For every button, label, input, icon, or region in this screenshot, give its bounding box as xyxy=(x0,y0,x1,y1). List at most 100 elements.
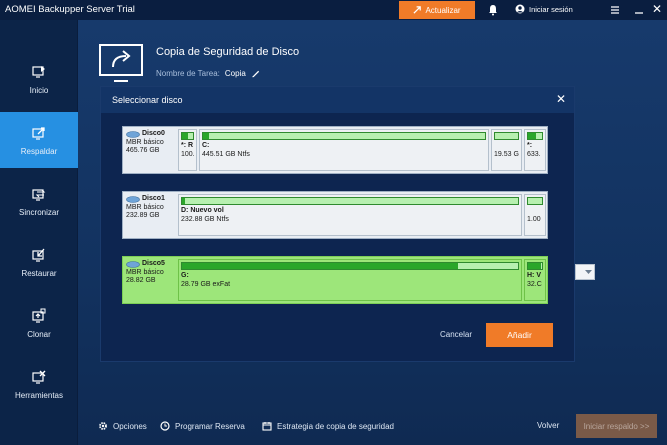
partition[interactable]: *: R 100. xyxy=(178,129,197,171)
menu-icon[interactable] xyxy=(610,5,620,15)
disk-row-selected[interactable]: Disco5 MBR básico 28.82 GB G: 28.79 GB ex… xyxy=(122,256,548,304)
disk-size: 232.89 GB xyxy=(126,212,160,219)
start-backup-button[interactable]: Iniciar respaldo >> xyxy=(576,414,657,438)
strategy-label: Estrategia de copia de seguridad xyxy=(277,421,394,431)
partition-detail: 28.79 GB exFat xyxy=(181,280,231,288)
sidebar-item-label: Respaldar xyxy=(20,146,58,156)
partition[interactable]: *: 633. xyxy=(524,129,546,171)
usage-bar xyxy=(528,263,541,269)
disk-row[interactable]: Disco1 MBR básico 232.89 GB D: Nuevo vol… xyxy=(122,191,548,239)
partition[interactable]: 1.00 xyxy=(524,194,546,236)
hard-disk-icon xyxy=(126,130,140,138)
partition-letter: H: V xyxy=(527,272,541,279)
disk-row[interactable]: Disco0 MBR básico 465.76 GB *: R 100. C: 4… xyxy=(122,126,548,174)
task-name-label: Nombre de Tarea: xyxy=(156,69,220,78)
update-button[interactable]: Actualizar xyxy=(399,1,475,19)
home-icon xyxy=(32,65,45,78)
usage-bar xyxy=(182,133,189,139)
schedule-button[interactable]: Programar Reserva xyxy=(160,421,245,431)
sync-icon xyxy=(32,188,46,201)
close-icon[interactable]: ✕ xyxy=(556,93,566,105)
disk-info: Disco0 MBR básico 465.76 GB xyxy=(126,130,176,156)
sidebar-item-clonar[interactable]: Clonar xyxy=(0,295,78,351)
options-label: Opciones xyxy=(113,421,147,431)
partition-letter: C: xyxy=(202,142,210,149)
partition-detail: 100. xyxy=(181,150,195,158)
sidebar-item-label: Herramientas xyxy=(14,390,63,400)
sidebar: Inicio Respaldar Sincronizar Restaurar C… xyxy=(0,20,78,445)
disk-name: Disco0 xyxy=(142,130,165,137)
close-window-icon[interactable]: ✕ xyxy=(652,3,662,15)
page-title: Copia de Seguridad de Disco xyxy=(156,46,300,58)
sidebar-item-respaldar[interactable]: Respaldar xyxy=(0,112,78,168)
disk-name: Disco1 xyxy=(142,195,165,202)
sidebar-item-inicio[interactable]: Inicio xyxy=(0,51,78,107)
schedule-label: Programar Reserva xyxy=(175,421,245,431)
cancel-button[interactable]: Cancelar xyxy=(440,330,472,339)
disk-size: 28.82 GB xyxy=(126,277,156,284)
partition-detail: 232.88 GB Ntfs xyxy=(181,215,229,223)
usage-bar xyxy=(182,263,458,269)
task-name-row: Nombre de Tarea: Copia xyxy=(156,69,260,78)
user-icon xyxy=(515,4,525,14)
sidebar-item-label: Inicio xyxy=(29,85,49,95)
partition[interactable]: C: 445.51 GB Ntfs xyxy=(199,129,489,171)
sidebar-item-label: Sincronizar xyxy=(18,207,59,217)
title-bar: AOMEI Backupper Server Trial Actualizar … xyxy=(0,0,667,20)
hard-disk-icon xyxy=(126,195,140,203)
partition-letter: G: xyxy=(181,272,189,279)
partition[interactable]: 19.53 G xyxy=(491,129,522,171)
disk-size: 465.76 GB xyxy=(126,147,160,154)
disk-info: Disco1 MBR básico 232.89 GB xyxy=(126,195,176,221)
partition-detail: 19.53 G xyxy=(494,150,519,158)
partition[interactable]: G: 28.79 GB exFat xyxy=(178,259,522,301)
update-label: Actualizar xyxy=(425,5,461,15)
back-button[interactable]: Volver xyxy=(537,421,559,430)
strategy-button[interactable]: Estrategia de copia de seguridad xyxy=(262,421,394,431)
partition-detail: 445.51 GB Ntfs xyxy=(202,150,250,158)
sidebar-item-label: Restaurar xyxy=(21,268,57,278)
dialog-header: Seleccionar disco ✕ xyxy=(101,87,574,113)
disk-type: MBR básico xyxy=(126,203,164,211)
partition-letter: D: Nuevo vol xyxy=(181,207,224,214)
app-title: AOMEI Backupper Server Trial xyxy=(5,4,135,15)
partition[interactable]: H: V 32.C xyxy=(524,259,546,301)
disk-type: MBR básico xyxy=(126,268,164,276)
dialog-title: Seleccionar disco xyxy=(112,95,183,105)
sidebar-item-sincronizar[interactable]: Sincronizar xyxy=(0,173,78,229)
sidebar-item-herramientas[interactable]: Herramientas xyxy=(0,356,78,412)
add-button[interactable]: Añadir xyxy=(486,323,553,347)
calendar-icon xyxy=(262,422,272,431)
disk-type: MBR básico xyxy=(126,138,164,146)
usage-bar xyxy=(203,133,209,139)
disk-backup-icon xyxy=(99,44,143,82)
hard-disk-icon xyxy=(126,260,140,268)
clone-icon xyxy=(32,308,46,323)
usage-bar xyxy=(182,198,186,204)
usage-bar xyxy=(528,133,537,139)
partition-letter: *: R xyxy=(181,142,194,149)
clock-icon xyxy=(160,421,170,431)
edit-pencil-icon[interactable] xyxy=(251,69,260,78)
partition-detail: 1.00 xyxy=(527,215,541,223)
backup-icon xyxy=(32,126,45,140)
disk-name: Disco5 xyxy=(142,260,165,267)
partition-detail: 32.C xyxy=(527,280,542,288)
sidebar-item-restaurar[interactable]: Restaurar xyxy=(0,234,78,290)
select-disk-dialog: Seleccionar disco ✕ Disco0 MBR básico 46… xyxy=(101,87,574,361)
chevron-down-icon xyxy=(585,270,592,274)
login-label: Iniciar sesión xyxy=(529,4,573,14)
tools-icon xyxy=(32,370,46,384)
gear-icon xyxy=(99,422,107,430)
login-link[interactable]: Iniciar sesión xyxy=(515,4,573,14)
disk-info: Disco5 MBR básico 28.82 GB xyxy=(126,260,176,286)
options-button[interactable]: Opciones xyxy=(98,421,147,431)
sidebar-item-label: Clonar xyxy=(27,329,51,339)
bell-icon[interactable] xyxy=(488,4,498,16)
partition-detail: 633. xyxy=(527,150,541,158)
task-name-value: Copia xyxy=(224,69,246,78)
minimize-icon[interactable] xyxy=(634,5,644,15)
restore-icon xyxy=(32,248,45,262)
partition[interactable]: D: Nuevo vol 232.88 GB Ntfs xyxy=(178,194,522,236)
upgrade-arrow-icon xyxy=(413,5,422,14)
